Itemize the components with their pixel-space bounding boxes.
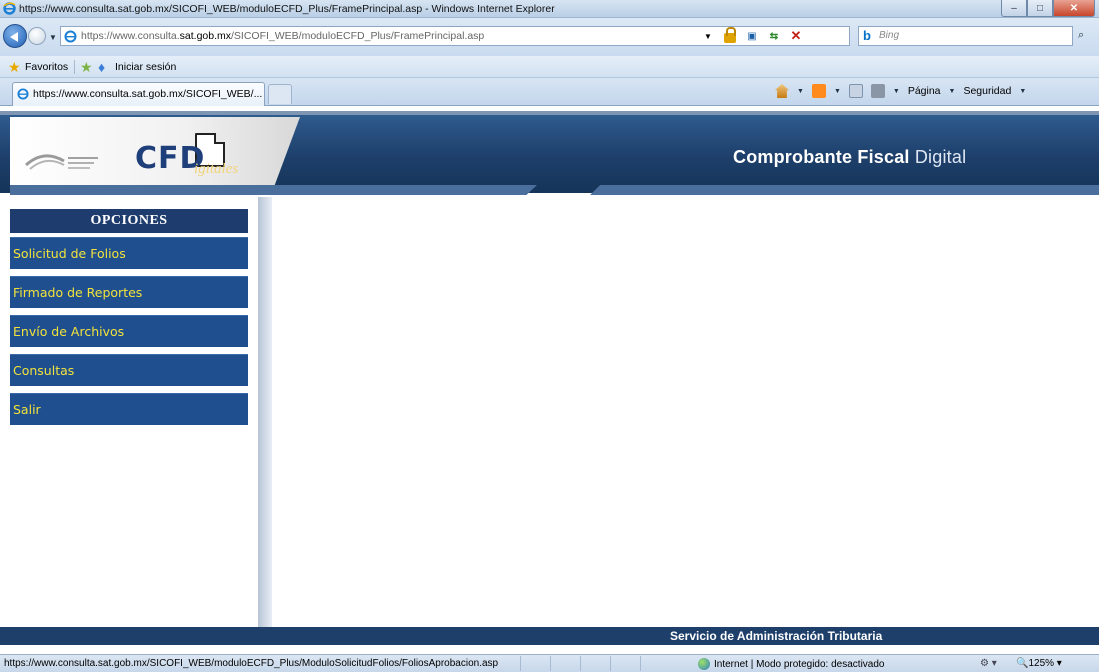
feeds-dropdown[interactable]: ▼ <box>834 88 841 95</box>
login-link[interactable]: Iniciar sesión <box>115 61 176 73</box>
page-menu[interactable]: Página <box>908 85 941 97</box>
security-zone-label: Internet | Modo protegido: desactivado <box>714 658 885 670</box>
frame-divider[interactable] <box>258 197 272 634</box>
refresh-icon[interactable]: ⇆ <box>766 28 782 44</box>
title-bar: https://www.consulta.sat.gob.mx/SICOFI_W… <box>0 0 1099 18</box>
search-icon[interactable]: ⌕ <box>1078 29 1084 42</box>
address-dropdown[interactable]: ▼ <box>700 28 716 44</box>
sat-logo-icon <box>25 154 98 170</box>
logo-panel: CFD igitales <box>10 117 300 195</box>
sidebar: OPCIONES Solicitud de Folios Firmado de … <box>0 197 258 634</box>
compatibility-view-icon[interactable]: ▣ <box>744 28 760 44</box>
menu-item-consultas[interactable]: Consultas <box>10 354 248 386</box>
home-icon[interactable] <box>775 84 789 98</box>
print-dropdown[interactable]: ▼ <box>893 88 900 95</box>
tab-active[interactable]: https://www.consulta.sat.gob.mx/SICOFI_W… <box>12 82 265 106</box>
menu-item-firmado-de-reportes[interactable]: Firmado de Reportes <box>10 276 248 308</box>
lock-icon[interactable] <box>722 27 738 44</box>
login-icon: ♦ <box>98 59 106 75</box>
home-dropdown[interactable]: ▼ <box>797 88 804 95</box>
page-icon <box>64 30 77 43</box>
search-placeholder: Bing <box>879 30 900 41</box>
security-menu[interactable]: Seguridad <box>963 85 1011 97</box>
menu-item-solicitud-de-folios[interactable]: Solicitud de Folios <box>10 237 248 269</box>
sidebar-header: OPCIONES <box>10 209 248 233</box>
security-zone[interactable]: Internet | Modo protegido: desactivado <box>698 658 884 670</box>
favorites-bar: ★ Favoritos ★ ♦ Iniciar sesión <box>0 56 1099 78</box>
navigation-bar: ▼ https://www.consulta.sat.gob.mx/SICOFI… <box>0 18 1099 56</box>
recent-pages-dropdown[interactable]: ▼ <box>49 33 57 42</box>
footer-text: Servicio de Administración Tributaria <box>670 629 883 643</box>
mail-icon[interactable] <box>848 84 863 98</box>
tab-page-icon <box>17 88 29 100</box>
ie-logo-icon <box>3 2 16 15</box>
stop-icon[interactable]: ✕ <box>788 28 804 44</box>
tab-bar: https://www.consulta.sat.gob.mx/SICOFI_W… <box>0 78 1099 106</box>
favorites-star-icon[interactable]: ★ <box>8 60 22 74</box>
bing-icon: b <box>863 28 871 43</box>
window-controls: – □ ✕ <box>1001 0 1095 18</box>
window-title: https://www.consulta.sat.gob.mx/SICOFI_W… <box>19 3 555 15</box>
divider <box>74 60 75 74</box>
forward-button[interactable] <box>28 27 46 45</box>
status-url: https://www.consulta.sat.gob.mx/SICOFI_W… <box>4 658 499 669</box>
close-button[interactable]: ✕ <box>1053 0 1095 17</box>
footer: Servicio de Administración Tributaria <box>0 627 1099 645</box>
security-menu-caret[interactable]: ▼ <box>1019 88 1026 95</box>
status-bar: https://www.consulta.sat.gob.mx/SICOFI_W… <box>0 654 1099 672</box>
menu-item-envio-de-archivos[interactable]: Envío de Archivos <box>10 315 248 347</box>
print-icon[interactable] <box>870 84 885 98</box>
feeds-icon[interactable] <box>811 84 826 98</box>
search-input[interactable]: b Bing <box>858 26 1073 46</box>
page-menu-caret[interactable]: ▼ <box>949 88 956 95</box>
menu-item-salir[interactable]: Salir <box>10 393 248 425</box>
page-content: CFD igitales Comprobante Fiscal Digital … <box>0 107 1099 654</box>
banner-strip-left <box>10 185 537 195</box>
maximize-button[interactable]: □ <box>1027 0 1053 17</box>
minimize-button[interactable]: – <box>1001 0 1027 17</box>
tab-label: https://www.consulta.sat.gob.mx/SICOFI_W… <box>33 88 263 100</box>
zoom-level[interactable]: 🔍125% ▾ <box>1016 658 1062 669</box>
back-button[interactable] <box>3 24 27 48</box>
new-tab-button[interactable] <box>268 84 292 104</box>
protected-mode-icon[interactable]: ⚙ ▾ <box>980 658 997 669</box>
banner-strip-right <box>590 185 1099 195</box>
banner-title: Comprobante Fiscal Digital <box>733 147 967 167</box>
favorites-button[interactable]: Favoritos <box>25 61 68 73</box>
address-tools: ▼ ▣ ⇆ ✕ <box>700 27 804 44</box>
globe-icon <box>698 658 710 670</box>
sidebar-menu: Solicitud de Folios Firmado de Reportes … <box>10 237 248 432</box>
add-favorite-icon[interactable]: ★ <box>80 60 94 74</box>
status-cells <box>520 656 670 671</box>
command-bar: ▼ ▼ ▼ Página ▼ Seguridad ▼ <box>775 84 1026 98</box>
cfd-logo-subtext: igitales <box>194 161 239 177</box>
address-url: https://www.consulta.sat.gob.mx/SICOFI_W… <box>81 30 485 42</box>
header-banner: CFD igitales Comprobante Fiscal Digital <box>0 107 1099 197</box>
